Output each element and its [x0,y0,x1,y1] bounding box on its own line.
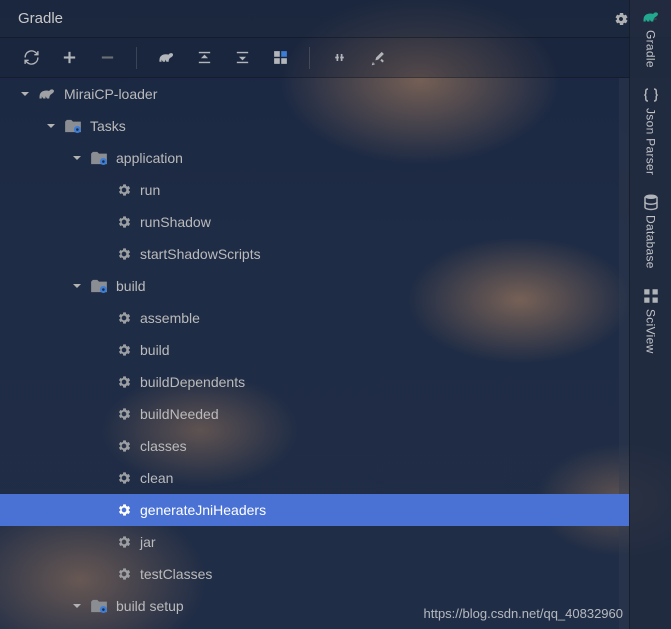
gear-icon [116,182,132,198]
toolbar-separator [309,47,310,69]
tree-task-row[interactable]: classes [0,430,629,462]
tree-task-row[interactable]: buildNeeded [0,398,629,430]
settings-icon[interactable] [611,9,631,29]
panel-title: Gradle [18,10,601,27]
tree-task-row[interactable]: runShadow [0,206,629,238]
strip-tab-sciview[interactable]: SciView [642,287,660,354]
tree-tasks-row[interactable]: Tasks [0,110,629,142]
tree-task-label: startShadowScripts [140,246,261,262]
tree-task-row[interactable]: assemble [0,302,629,334]
gradle-toolbar [0,38,671,78]
gradle-elephant-icon [642,8,660,26]
strip-label: SciView [644,309,658,354]
tree-task-label: clean [140,470,173,486]
gradle-elephant-icon [38,87,56,101]
gear-icon [116,438,132,454]
tree-group-build[interactable]: build [0,270,629,302]
tree-task-row[interactable]: testClasses [0,558,629,590]
gradle-tree: MiraiCP-loader Tasks application run run… [0,78,629,629]
folder-gear-icon [64,119,82,133]
gear-icon [116,534,132,550]
show-dependencies-icon[interactable] [269,47,291,69]
gear-icon [116,406,132,422]
tree-task-row[interactable]: clean [0,462,629,494]
gear-icon [116,342,132,358]
strip-label: Database [644,215,658,269]
tree-project-row[interactable]: MiraiCP-loader [0,78,629,110]
refresh-icon[interactable] [20,47,42,69]
gear-icon [116,246,132,262]
tree-task-label: buildDependents [140,374,245,390]
toggle-offline-icon[interactable] [328,47,350,69]
strip-label: Json Parser [644,108,658,175]
tree-label: build [116,278,146,294]
gear-icon [116,374,132,390]
tree-task-row[interactable]: init [0,622,629,629]
tree-group-build-setup[interactable]: build setup [0,590,629,622]
tree-task-row[interactable]: buildDependents [0,366,629,398]
strip-tab-database[interactable]: Database [642,193,660,269]
tree-task-label: assemble [140,310,200,326]
strip-tab-jsonparser[interactable]: Json Parser [642,86,660,175]
tree-task-row[interactable]: generateJniHeaders [0,494,629,526]
strip-tab-gradle[interactable]: Gradle [642,8,660,68]
tree-task-label: jar [140,534,156,550]
tree-task-label: runShadow [140,214,211,230]
remove-icon[interactable] [96,47,118,69]
tree-task-label: generateJniHeaders [140,502,266,518]
tree-task-row[interactable]: build [0,334,629,366]
panel-header: Gradle [0,0,671,38]
database-icon [642,193,660,211]
add-icon[interactable] [58,47,80,69]
chevron-down-icon[interactable] [70,599,84,613]
gear-icon [116,566,132,582]
chevron-down-icon[interactable] [70,151,84,165]
chevron-down-icon[interactable] [70,279,84,293]
gradle-elephant-icon[interactable] [155,47,177,69]
chevron-down-icon[interactable] [44,119,58,133]
grid-icon [642,287,660,305]
tree-label: MiraiCP-loader [64,86,157,102]
folder-gear-icon [90,279,108,293]
build-tool-settings-icon[interactable] [366,47,388,69]
tree-task-label: run [140,182,160,198]
tree-label: build setup [116,598,184,614]
json-icon [642,86,660,104]
gear-icon [116,214,132,230]
tree-task-row[interactable]: startShadowScripts [0,238,629,270]
chevron-down-icon[interactable] [18,87,32,101]
tree-task-label: testClasses [140,566,212,582]
expand-all-icon[interactable] [193,47,215,69]
toolbar-separator [136,47,137,69]
right-tool-strip: Gradle Json Parser Database SciView [629,0,671,629]
strip-label: Gradle [644,30,658,68]
tree-group-application[interactable]: application [0,142,629,174]
tree-task-label: classes [140,438,187,454]
folder-gear-icon [90,151,108,165]
folder-gear-icon [90,599,108,613]
tree-task-label: buildNeeded [140,406,219,422]
tree-task-label: build [140,342,170,358]
gear-icon [116,310,132,326]
tree-task-row[interactable]: jar [0,526,629,558]
tree-task-row[interactable]: run [0,174,629,206]
tree-label: application [116,150,183,166]
gear-icon [116,502,132,518]
gear-icon [116,470,132,486]
tree-label: Tasks [90,118,126,134]
collapse-all-icon[interactable] [231,47,253,69]
